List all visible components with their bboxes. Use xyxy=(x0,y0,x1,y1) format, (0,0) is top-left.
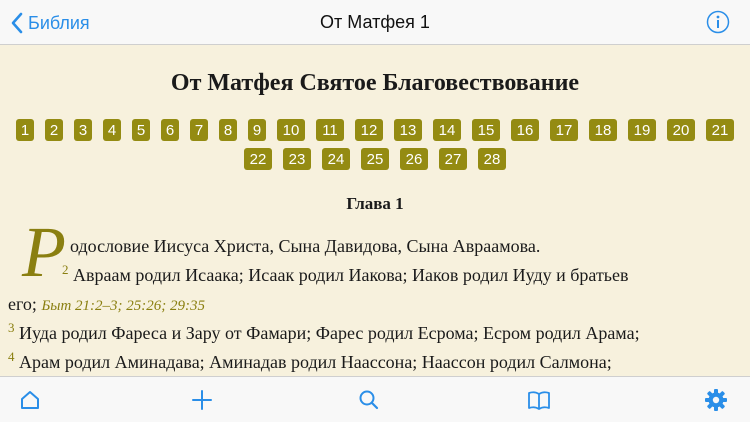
book-icon xyxy=(528,391,550,410)
chapter-button-8[interactable]: 8 xyxy=(219,119,237,141)
tab-search[interactable] xyxy=(356,387,382,413)
verse-3-text: Иуда родил Фареса и Зару от Фамари; Фаре… xyxy=(19,323,640,343)
chapter-button-23[interactable]: 23 xyxy=(283,148,311,170)
chapter-button-17[interactable]: 17 xyxy=(550,119,578,141)
verse-3: 3 Иуда родил Фареса и Зару от Фамари; Фа… xyxy=(8,319,640,348)
chapter-button-1[interactable]: 1 xyxy=(16,119,34,141)
search-icon xyxy=(359,390,379,410)
tab-home[interactable] xyxy=(17,387,43,413)
tab-bar xyxy=(0,376,750,422)
chapter-button-26[interactable]: 26 xyxy=(400,148,428,170)
verse-2-text-end: его; xyxy=(8,294,37,314)
chapter-button-20[interactable]: 20 xyxy=(667,119,695,141)
chapter-button-16[interactable]: 16 xyxy=(511,119,539,141)
gear-icon xyxy=(705,389,727,411)
chapter-button-14[interactable]: 14 xyxy=(433,119,461,141)
chapter-button-10[interactable]: 10 xyxy=(277,119,305,141)
chapter-button-4[interactable]: 4 xyxy=(103,119,121,141)
verse-2: 2 Авраам родил Исаака; Исаак родил Иаков… xyxy=(62,261,629,290)
verse-number: 2 xyxy=(62,262,69,277)
chapter-button-12[interactable]: 12 xyxy=(355,119,383,141)
chapter-button-27[interactable]: 27 xyxy=(439,148,467,170)
chapter-button-21[interactable]: 21 xyxy=(706,119,734,141)
chapter-button-15[interactable]: 15 xyxy=(472,119,500,141)
chapter-selector: 1 2 3 4 5 6 7 8 9 10 11 12 13 14 15 16 17 18 19 20 21 22 23 24 2… xyxy=(6,118,744,176)
chapter-button-25[interactable]: 25 xyxy=(361,148,389,170)
page-title: От Матфея 1 xyxy=(320,12,430,32)
chapter-heading: Глава 1 xyxy=(346,194,404,213)
chapter-button-11[interactable]: 11 xyxy=(316,119,344,141)
verse-number: 3 xyxy=(8,320,15,335)
chapter-button-13[interactable]: 13 xyxy=(394,119,422,141)
verse-1: одословие Иисуса Христа, Сына Давидова, … xyxy=(70,232,540,261)
home-icon xyxy=(21,391,39,409)
chapter-button-28[interactable]: 28 xyxy=(478,148,506,170)
chapter-button-22[interactable]: 22 xyxy=(244,148,272,170)
verse-4: 4 Арам родил Аминадава; Аминадав родил Н… xyxy=(8,348,612,376)
tab-settings[interactable] xyxy=(703,387,729,413)
book-title: От Матфея Святое Благовествование xyxy=(170,70,580,96)
drop-cap: Р xyxy=(22,212,66,292)
chapter-button-24[interactable]: 24 xyxy=(322,148,350,170)
chapter-button-18[interactable]: 18 xyxy=(589,119,617,141)
info-button[interactable] xyxy=(706,10,730,34)
chapter-button-9[interactable]: 9 xyxy=(248,119,266,141)
tab-add[interactable] xyxy=(189,387,215,413)
chapter-button-2[interactable]: 2 xyxy=(45,119,63,141)
chapter-button-6[interactable]: 6 xyxy=(161,119,179,141)
verse-2-continuation: его; Быт 21:2–3; 25:26; 29:35 xyxy=(8,290,205,321)
chapter-button-5[interactable]: 5 xyxy=(132,119,150,141)
tab-bookmarks[interactable] xyxy=(526,387,552,413)
chapter-button-7[interactable]: 7 xyxy=(190,119,208,141)
chapter-button-19[interactable]: 19 xyxy=(628,119,656,141)
verse-number: 4 xyxy=(8,349,15,364)
info-icon xyxy=(706,10,730,34)
navigation-bar: Библия От Матфея 1 xyxy=(0,0,750,45)
verse-1-text: одословие Иисуса Христа, Сына Давидова, … xyxy=(70,236,541,256)
reading-area: От Матфея Святое Благовествование 123456… xyxy=(0,46,750,376)
cross-reference[interactable]: Быт 21:2–3; 25:26; 29:35 xyxy=(41,298,205,314)
verse-2-text: Авраам родил Исаака; Исаак родил Иакова;… xyxy=(73,265,629,285)
plus-icon xyxy=(192,390,212,410)
verse-4-text: Арам родил Аминадава; Аминадав родил Наа… xyxy=(19,352,612,372)
chapter-button-3[interactable]: 3 xyxy=(74,119,92,141)
